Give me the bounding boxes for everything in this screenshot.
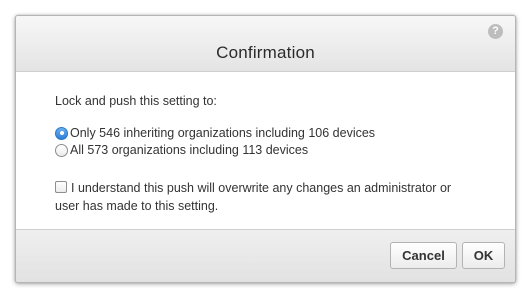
acknowledge-checkbox-row: I understand this push will overwrite an… (55, 179, 475, 215)
push-prompt: Lock and push this setting to: (55, 94, 217, 108)
radio-option-label: All 573 organizations including 113 devi… (70, 143, 309, 157)
radio-option-all[interactable]: All 573 organizations including 113 devi… (55, 143, 308, 157)
ok-button[interactable]: OK (462, 242, 505, 269)
dialog-title: Confirmation (216, 43, 315, 62)
radio-option-label: Only 546 inheriting organizations includ… (70, 126, 376, 140)
radio-button-selected[interactable] (55, 126, 68, 140)
radio-button[interactable] (55, 143, 68, 157)
help-icon[interactable]: ? (488, 24, 503, 39)
acknowledge-checkbox[interactable] (55, 181, 67, 193)
dialog-body: Lock and push this setting to: Only 546 … (16, 72, 515, 229)
confirmation-dialog: ? Confirmation Lock and push this settin… (15, 15, 516, 283)
cancel-button[interactable]: Cancel (390, 242, 457, 269)
radio-option-inheriting[interactable]: Only 546 inheriting organizations includ… (55, 126, 375, 140)
acknowledge-label: I understand this push will overwrite an… (55, 181, 452, 213)
dialog-header: ? Confirmation (16, 16, 515, 72)
dialog-footer: Cancel OK (16, 229, 515, 282)
